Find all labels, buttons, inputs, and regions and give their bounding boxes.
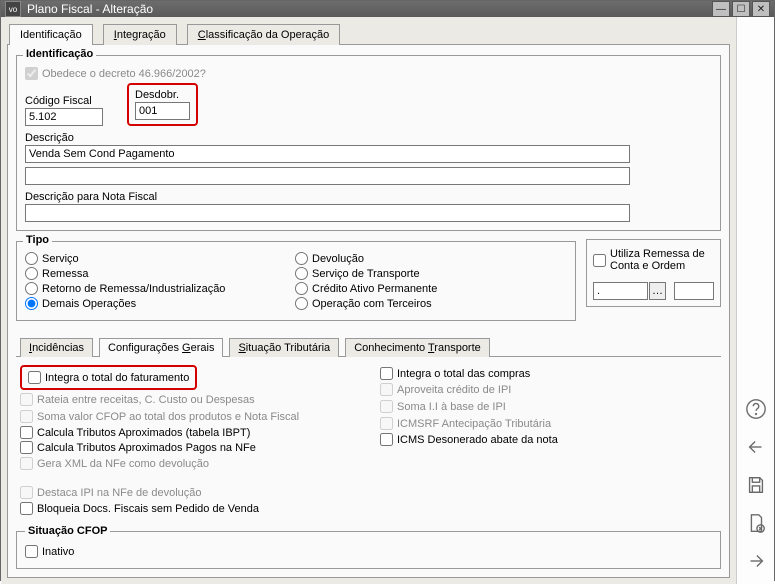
radio-retorno-label: Retorno de Remessa/Industrialização — [42, 283, 225, 295]
chk-gera-xml — [20, 457, 33, 470]
situacao-cfop-title: Situação CFOP — [25, 525, 110, 537]
radio-remessa[interactable] — [25, 267, 38, 280]
radio-servico[interactable] — [25, 252, 38, 265]
main-tabstrip: Identificação Integração Classificação d… — [7, 23, 730, 45]
chk-inativo-label: Inativo — [42, 546, 74, 558]
chk-soma-cfop — [20, 410, 33, 423]
radio-demais[interactable] — [25, 297, 38, 310]
tab-identificacao[interactable]: Identificação — [9, 24, 93, 45]
chk-trib-aprox[interactable] — [20, 426, 33, 439]
remessa-lookup-button[interactable]: … — [649, 282, 666, 300]
subtab-situacao-tributaria[interactable]: Situação Tributária — [229, 338, 339, 357]
decree-label: Obedece o decreto 46.966/2002? — [42, 68, 206, 80]
remessa-label: Utiliza Remessa de Conta e Ordem — [610, 248, 714, 272]
codigo-fiscal-label: Código Fiscal — [25, 95, 103, 107]
chk-aproveita-ipi — [380, 383, 393, 396]
radio-op-terceiros-label: Operação com Terceiros — [312, 298, 432, 310]
subtab-conhecimento-transporte[interactable]: Conhecimento Transporte — [345, 338, 490, 357]
identificacao-group-title: Identificação — [23, 48, 96, 60]
chk-bloqueia[interactable] — [20, 502, 33, 515]
radio-serv-transporte[interactable] — [295, 267, 308, 280]
descricao-nf-label: Descrição para Nota Fiscal — [25, 191, 712, 203]
radio-remessa-label: Remessa — [42, 268, 88, 280]
chk-trib-nfe-label: Calcula Tributos Aproximados Pagos na NF… — [37, 442, 256, 454]
chk-trib-aprox-label: Calcula Tributos Aproximados (tabela IBP… — [37, 427, 250, 439]
integra-faturamento-highlight: Integra o total do faturamento — [20, 365, 197, 390]
desdobr-input[interactable] — [135, 102, 190, 120]
decree-checkbox-row: Obedece o decreto 46.966/2002? — [25, 66, 712, 81]
sub-tabstrip: Incidências Configurações Gerais Situaçã… — [16, 337, 721, 357]
radio-credito[interactable] — [295, 282, 308, 295]
main-panel: Identificação Obedece o decreto 46.966/2… — [7, 45, 730, 578]
delete-doc-icon[interactable] — [744, 511, 768, 535]
chk-integra-faturamento-label: Integra o total do faturamento — [45, 372, 189, 384]
action-sidebar — [736, 17, 774, 584]
chk-icms-desonerado[interactable] — [380, 433, 393, 446]
tipo-group: Tipo Serviço Remessa Retorno de Remessa/… — [16, 241, 576, 321]
chk-bloqueia-label: Bloqueia Docs. Fiscais sem Pedido de Ven… — [37, 503, 259, 515]
chk-icms-desonerado-label: ICMS Desonerado abate da nota — [397, 434, 558, 446]
maximize-button[interactable]: ☐ — [732, 1, 750, 17]
chk-integra-faturamento[interactable] — [28, 371, 41, 384]
radio-demais-label: Demais Operações — [42, 298, 136, 310]
app-window: vo Plano Fiscal - Alteração — ☐ ✕ Identi… — [0, 0, 775, 581]
tab-integracao[interactable]: Integração — [103, 24, 177, 45]
app-logo-icon: vo — [5, 1, 21, 17]
remessa-box: Utiliza Remessa de Conta e Ordem … — [586, 239, 721, 307]
radio-servico-label: Serviço — [42, 253, 79, 265]
remessa-checkbox[interactable] — [593, 254, 606, 267]
radio-retorno[interactable] — [25, 282, 38, 295]
descricao-input[interactable] — [25, 145, 630, 163]
chk-inativo[interactable] — [25, 545, 38, 558]
forward-arrow-icon[interactable] — [744, 549, 768, 573]
radio-devolucao[interactable] — [295, 252, 308, 265]
save-icon[interactable] — [744, 473, 768, 497]
close-button[interactable]: ✕ — [752, 1, 770, 17]
tab-classificacao[interactable]: Classificação da Operação — [187, 24, 340, 45]
radio-op-terceiros[interactable] — [295, 297, 308, 310]
chk-gera-xml-label: Gera XML da NFe como devolução — [37, 458, 209, 470]
back-arrow-icon[interactable] — [744, 435, 768, 459]
chk-integra-compras-label: Integra o total das compras — [397, 368, 530, 380]
tipo-group-title: Tipo — [23, 234, 52, 246]
desdobr-label: Desdobr. — [135, 89, 190, 101]
radio-credito-label: Crédito Ativo Permanente — [312, 283, 437, 295]
chk-soma-cfop-label: Soma valor CFOP ao total dos produtos e … — [37, 411, 299, 423]
desdobr-highlight: Desdobr. — [127, 83, 198, 126]
subtab-config-gerais[interactable]: Configurações Gerais — [99, 338, 223, 357]
radio-devolucao-label: Devolução — [312, 253, 364, 265]
chk-aproveita-ipi-label: Aproveita crédito de IPI — [397, 384, 511, 396]
situacao-cfop-group: Situação CFOP Inativo — [16, 525, 721, 569]
identificacao-group: Identificação Obedece o decreto 46.966/2… — [16, 55, 721, 231]
remessa-input-1[interactable] — [593, 282, 648, 300]
titlebar: vo Plano Fiscal - Alteração — ☐ ✕ — [1, 1, 774, 17]
minimize-button[interactable]: — — [712, 1, 730, 17]
radio-serv-transporte-label: Serviço de Transporte — [312, 268, 420, 280]
descricao-nf-input[interactable] — [25, 204, 630, 222]
decree-checkbox — [25, 67, 38, 80]
descricao-input-2[interactable] — [25, 167, 630, 185]
chk-icmsrf-label: ICMSRF Antecipação Tributária — [397, 418, 551, 430]
descricao-label: Descrição — [25, 132, 712, 144]
subtab-incidencias[interactable]: Incidências — [20, 338, 93, 357]
chk-soma-ii-label: Soma I.I à base de IPI — [397, 401, 506, 413]
chk-integra-compras[interactable] — [380, 367, 393, 380]
window-title: Plano Fiscal - Alteração — [27, 2, 710, 16]
remessa-input-2[interactable] — [674, 282, 714, 300]
chk-rateia — [20, 393, 33, 406]
chk-destaca-ipi-label: Destaca IPI na NFe de devolução — [37, 487, 201, 499]
codigo-fiscal-input[interactable] — [25, 108, 103, 126]
chk-icmsrf — [380, 417, 393, 430]
chk-rateia-label: Rateia entre receitas, C. Custo ou Despe… — [37, 394, 255, 406]
help-icon[interactable] — [744, 397, 768, 421]
chk-trib-nfe[interactable] — [20, 441, 33, 454]
chk-soma-ii — [380, 400, 393, 413]
chk-destaca-ipi — [20, 486, 33, 499]
